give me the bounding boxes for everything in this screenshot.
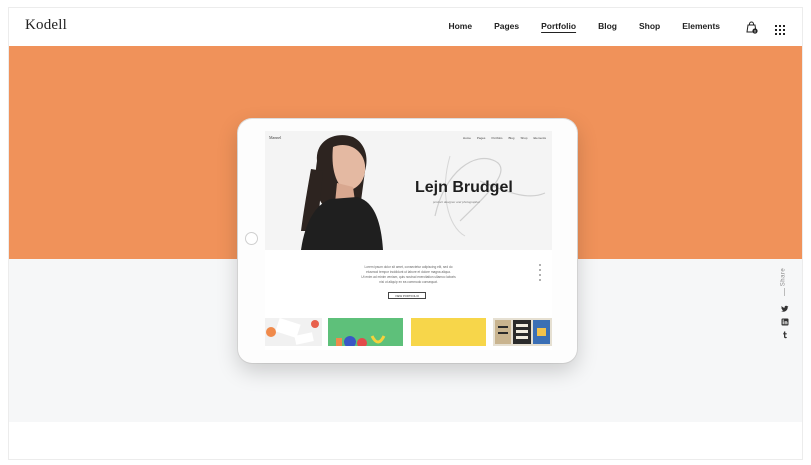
tumblr-icon[interactable] xyxy=(781,326,789,339)
tablet-mockup: Mannel Home Pages Portfolio Blog Shop El… xyxy=(238,119,577,363)
screen-scroll-dots xyxy=(539,264,542,284)
share-label: Share xyxy=(780,267,787,287)
screen-hero-title: Lejn Brudgel xyxy=(415,179,513,196)
screen-portfolio-button: VIEW PORTFOLIO xyxy=(388,292,426,299)
site-header: Kodell Home Pages Portfolio Blog Shop El… xyxy=(9,8,802,46)
screen-nav-item: Blog xyxy=(508,136,515,140)
nav-item-shop[interactable]: Shop xyxy=(639,21,660,31)
linkedin-icon[interactable] xyxy=(781,313,789,326)
screen-hero-subtitle: product designer and photographer xyxy=(433,200,480,204)
main-nav: Home Pages Portfolio Blog Shop Elements xyxy=(426,21,720,31)
screen-nav-item: Home xyxy=(462,136,471,140)
page-bottom-area xyxy=(9,422,802,459)
screen-logo: Mannel xyxy=(269,135,282,140)
share-divider xyxy=(784,288,785,296)
shopping-bag-icon[interactable]: 0 xyxy=(746,20,758,34)
screen-nav: Home Pages Portfolio Blog Shop Elements xyxy=(457,136,546,140)
screen-nav-item: Elements xyxy=(533,136,546,140)
portfolio-thumb-posters xyxy=(493,318,552,346)
portfolio-thumb-yellow xyxy=(411,318,486,346)
portfolio-thumb-stationery xyxy=(265,318,322,346)
grid-menu-icon[interactable] xyxy=(775,22,785,35)
cart-count-badge: 0 xyxy=(754,29,756,33)
nav-item-elements[interactable]: Elements xyxy=(682,21,720,31)
site-logo[interactable]: Kodell xyxy=(25,17,67,34)
screen-text-line: nisi ut aliquip ex ea commodo consequat. xyxy=(379,280,438,284)
tablet-home-button xyxy=(245,232,258,245)
screen-nav-item: Portfolio xyxy=(491,136,503,140)
screen-intro-text: Lorem ipsum dolor sit amet, consectetur … xyxy=(265,265,552,285)
nav-item-portfolio[interactable]: Portfolio xyxy=(541,21,576,31)
nav-item-pages[interactable]: Pages xyxy=(494,21,519,31)
nav-item-blog[interactable]: Blog xyxy=(598,21,617,31)
page-frame: Kodell Home Pages Portfolio Blog Shop El… xyxy=(8,7,803,460)
tablet-screen: Mannel Home Pages Portfolio Blog Shop El… xyxy=(265,131,552,350)
screen-nav-item: Pages xyxy=(476,136,486,140)
nav-item-home[interactable]: Home xyxy=(448,21,472,31)
screen-hero: Mannel Home Pages Portfolio Blog Shop El… xyxy=(265,131,552,250)
portfolio-thumb-shapes xyxy=(328,318,403,346)
twitter-icon[interactable] xyxy=(781,300,789,312)
screen-nav-item: Shop xyxy=(520,136,528,140)
